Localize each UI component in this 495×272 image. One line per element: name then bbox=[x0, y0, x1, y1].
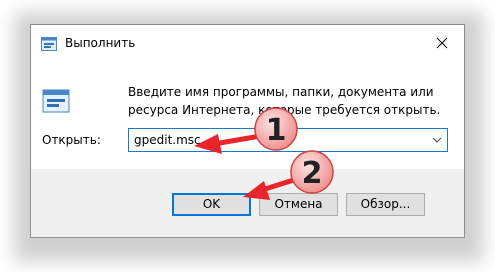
run-icon bbox=[41, 37, 57, 51]
open-label: Открыть: bbox=[42, 133, 101, 147]
chevron-down-icon[interactable] bbox=[431, 133, 443, 147]
cancel-button[interactable]: Отмена bbox=[259, 193, 338, 216]
title-bar[interactable]: Выполнить bbox=[31, 25, 464, 61]
run-dialog: Выполнить Введите имя программы, папки, … bbox=[30, 24, 465, 238]
dialog-description: Введите имя программы, папки, документа … bbox=[128, 85, 441, 117]
ok-button[interactable]: OK bbox=[172, 193, 251, 216]
dialog-footer: OK Отмена Обзор... bbox=[31, 169, 464, 237]
open-input[interactable]: gpedit.msc bbox=[134, 133, 201, 147]
close-icon[interactable] bbox=[428, 31, 456, 55]
browse-button[interactable]: Обзор... bbox=[346, 193, 425, 216]
window-title: Выполнить bbox=[65, 36, 136, 50]
run-large-icon bbox=[42, 89, 70, 113]
open-combobox[interactable]: gpedit.msc bbox=[128, 128, 448, 152]
